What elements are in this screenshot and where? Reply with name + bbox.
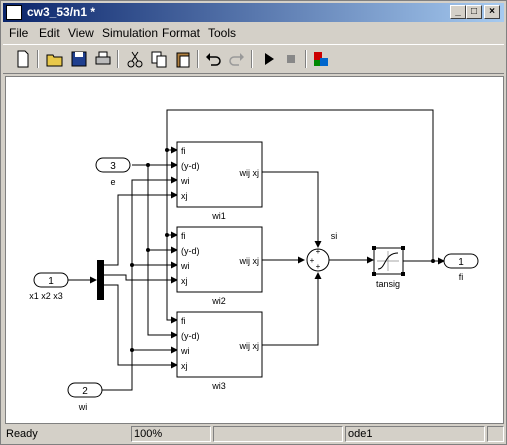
zoom-level: 100% — [131, 426, 211, 442]
inport-wi[interactable]: 2 wi — [67, 382, 103, 412]
subsystem-wi2[interactable]: fi (y-d) wi xj wij xj wi2 — [176, 226, 263, 306]
port-output: wij xj — [239, 256, 260, 266]
cut-icon[interactable] — [125, 49, 145, 69]
menu-file[interactable]: File — [9, 26, 28, 40]
menu-view[interactable]: View — [68, 26, 94, 40]
status-bar: Ready 100% ode1 — [3, 425, 504, 443]
window-title: cw3_53/n1 * — [27, 5, 96, 19]
subsystem-label: wi1 — [211, 211, 226, 221]
toolbar-separator — [305, 50, 307, 68]
stop-icon[interactable] — [281, 49, 301, 69]
port-wi: wi — [180, 176, 190, 186]
inport-number: 1 — [48, 276, 54, 287]
menu-tools[interactable]: Tools — [208, 26, 236, 40]
port-fi: fi — [181, 231, 186, 241]
copy-icon[interactable] — [149, 49, 169, 69]
outport-label: fi — [459, 272, 464, 282]
library-icon[interactable] — [311, 49, 331, 69]
menu-simulation[interactable]: Simulation — [102, 26, 158, 40]
subsystem-wi3[interactable]: fi (y-d) wi xj wij xj wi3 — [176, 311, 263, 391]
port-output: wij xj — [239, 341, 260, 351]
toolbar-separator — [251, 50, 253, 68]
toolbar-separator — [117, 50, 119, 68]
undo-icon[interactable] — [203, 49, 223, 69]
port-xj: xj — [181, 276, 188, 286]
sum-label: si — [331, 231, 338, 241]
simulink-model-icon — [6, 5, 22, 20]
inport-e[interactable]: 3 e — [95, 157, 131, 187]
print-icon[interactable] — [93, 49, 113, 69]
paste-icon[interactable] — [173, 49, 193, 69]
port-fi: fi — [181, 316, 186, 326]
port-wi: wi — [180, 261, 190, 271]
save-icon[interactable] — [69, 49, 89, 69]
sum-sign: + — [310, 256, 315, 265]
toolbar-separator — [37, 50, 39, 68]
toolbar-separator — [197, 50, 199, 68]
inport-number: 2 — [82, 386, 88, 397]
sum-sign: + — [316, 262, 321, 271]
port-y-d: (y-d) — [181, 331, 200, 341]
minimize-button[interactable]: _ — [450, 5, 466, 19]
subsystem-label: wi3 — [211, 381, 226, 391]
port-y-d: (y-d) — [181, 246, 200, 256]
new-icon[interactable] — [13, 49, 33, 69]
subsystem-wi1[interactable]: fi (y-d) wi xj wij xj wi1 — [176, 141, 263, 221]
menu-edit[interactable]: Edit — [39, 26, 60, 40]
open-icon[interactable] — [45, 49, 65, 69]
status-text: Ready — [6, 428, 38, 440]
simulink-window: cw3_53/n1 * _ □ × File Edit View Simulat… — [0, 0, 507, 445]
close-button[interactable]: × — [484, 5, 500, 19]
inport-label: wi — [78, 402, 88, 412]
port-y-d: (y-d) — [181, 161, 200, 171]
inport-label: e — [110, 177, 115, 187]
inport-label: x1 x2 x3 — [29, 291, 63, 301]
outport-fi[interactable]: 1 fi — [443, 253, 479, 282]
toolbar — [3, 44, 504, 74]
tansig-label: tansig — [376, 279, 400, 289]
subsystem-label: wi2 — [211, 296, 226, 306]
menu-bar: File Edit View Simulation Format Tools — [3, 23, 504, 42]
inport-number: 3 — [110, 161, 116, 172]
sum-block[interactable]: + + + si — [306, 231, 338, 272]
run-icon[interactable] — [259, 49, 279, 69]
inport-x[interactable]: 1 x1 x2 x3 — [29, 272, 69, 301]
port-wi: wi — [180, 346, 190, 356]
sum-sign: + — [316, 247, 321, 256]
port-output: wij xj — [239, 168, 260, 178]
port-fi: fi — [181, 146, 186, 156]
maximize-button[interactable]: □ — [466, 5, 482, 19]
outport-number: 1 — [458, 257, 464, 268]
model-canvas[interactable]: 3 e 1 x1 x2 x3 2 wi fi (y-d) wi xj wij x… — [5, 76, 504, 424]
mux-block[interactable] — [97, 260, 104, 300]
status-empty — [213, 426, 343, 442]
block-diagram[interactable]: 3 e 1 x1 x2 x3 2 wi fi (y-d) wi xj wij x… — [6, 77, 503, 423]
redo-icon[interactable] — [227, 49, 247, 69]
port-xj: xj — [181, 361, 188, 371]
tansig-block[interactable]: tansig — [372, 246, 405, 289]
port-xj: xj — [181, 191, 188, 201]
solver-name: ode1 — [345, 426, 485, 442]
title-bar[interactable]: cw3_53/n1 * _ □ × — [3, 3, 504, 22]
resize-grip[interactable] — [487, 426, 504, 442]
menu-format[interactable]: Format — [162, 26, 200, 40]
